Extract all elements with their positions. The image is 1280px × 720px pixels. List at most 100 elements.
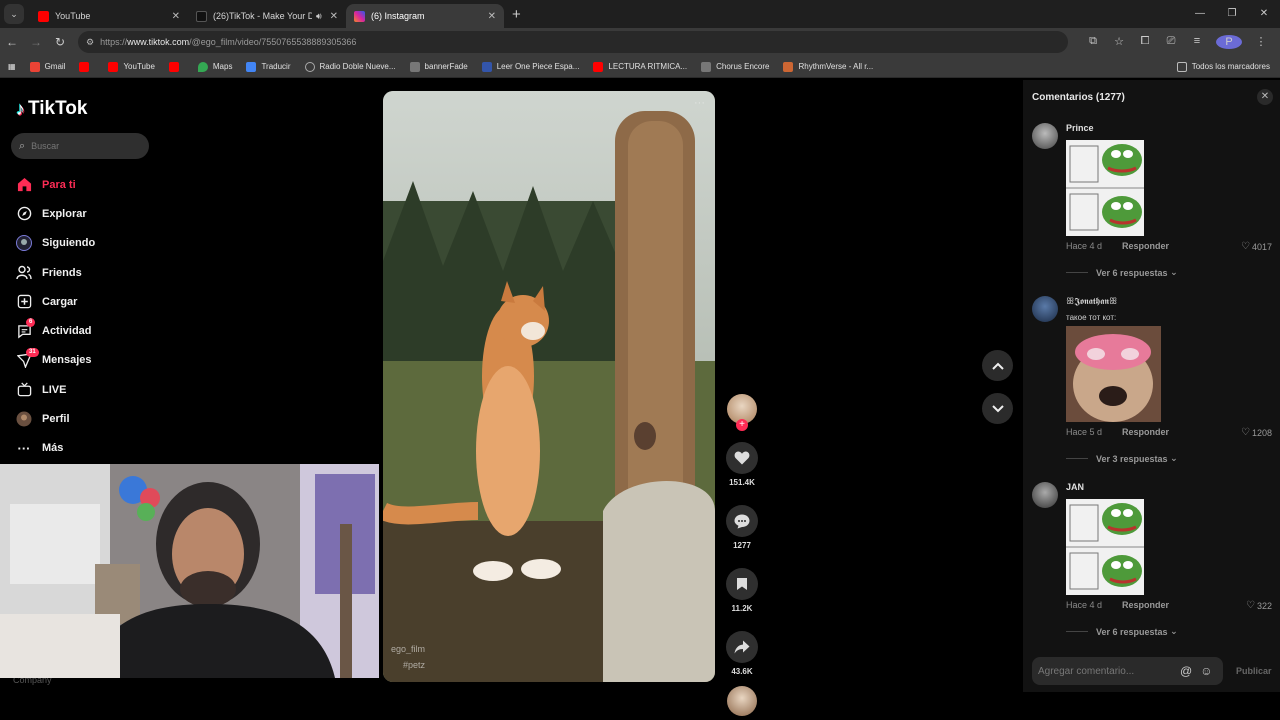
comment-input-box[interactable]: @ ☺ [1032,657,1223,685]
reply-button[interactable]: Responder [1122,600,1169,611]
tab-instagram[interactable]: (6) Instagram ✕ [346,4,504,28]
bookmark-youtube[interactable]: YouTube [108,61,155,72]
comment-like-button[interactable]: ♡ 4017 [1241,241,1272,252]
commenter-avatar[interactable] [1032,296,1058,322]
sidebar-item-perfil[interactable]: Perfil [16,404,95,433]
share-button[interactable] [726,631,758,663]
bookmark-one-piece[interactable]: Leer One Piece Espa... [481,61,579,72]
site-info-icon[interactable]: ⚙ [86,37,94,48]
tab-youtube[interactable]: YouTube ✕ [30,4,188,28]
bookmark-star-icon[interactable]: ☆ [1106,35,1132,49]
media-controls-icon[interactable]: ≡ [1184,35,1210,49]
sidebar-item-cargar[interactable]: Cargar [16,287,95,316]
tab-tiktok[interactable]: (26)TikTok - Make Your Day 🔊︎ ✕ [188,4,346,28]
close-window-icon[interactable]: ✕ [1248,0,1280,28]
close-tab-icon[interactable]: ✕ [330,11,338,22]
video-hashtag[interactable]: #petz [403,660,425,670]
mention-icon[interactable]: @ [1180,664,1192,678]
url-path: /@ego_film/video/7550765538889305366 [189,37,357,47]
reply-button[interactable]: Responder [1122,427,1169,438]
sidebar-item-actividad[interactable]: 6 Actividad [16,316,95,345]
bookmark-rhythmverse[interactable]: RhythmVerse - All r... [783,61,873,72]
bookmark-gmail[interactable]: Gmail [29,61,65,72]
bookmark-icon [701,61,712,72]
commenter-avatar[interactable] [1032,123,1058,149]
video-more-icon[interactable]: ··· [694,97,705,109]
tab-search-icon[interactable]: ⌄ [4,4,24,24]
video-actions: + 151.4K 1277 11.2K 43.6K [726,394,758,716]
emoji-icon[interactable]: ☺ [1200,664,1212,678]
extensions-icon[interactable]: ⧠ [1132,35,1158,49]
sidebar-item-mas[interactable]: ··· Más [16,434,95,463]
bookmark-bannerfade[interactable]: bannerFade [409,61,468,72]
comment-like-button[interactable]: ♡ 322 [1246,600,1272,611]
comment-time: Hace 5 d [1066,427,1103,437]
url-scheme: https:// [100,37,128,47]
music-disc-avatar[interactable] [727,686,757,716]
search-input[interactable] [31,141,132,151]
comment-button[interactable] [726,505,758,537]
close-tab-icon[interactable]: ✕ [488,11,496,22]
comment-sticker-image[interactable] [1066,499,1144,595]
comment-input[interactable] [1038,665,1178,677]
webcam-overlay [0,464,379,678]
divider-line [1066,458,1088,459]
video-player[interactable]: ··· ego_film #petz [383,91,715,682]
commenter-name[interactable]: ꕥ𝕵𝖔𝖓𝖆𝖙𝖍𝖆𝖓ꕥ [1066,296,1117,307]
comment-sticker-image[interactable] [1066,140,1144,236]
bookmark-youtube-shortcut-2[interactable] [168,61,184,72]
heart-icon [734,451,750,465]
forward-icon[interactable]: → [24,35,48,49]
author-avatar[interactable]: + [727,394,757,431]
save-button[interactable] [726,568,758,600]
sidebar-item-friends[interactable]: Friends [16,258,95,287]
view-replies-button[interactable]: Ver 3 respuestas ⌄ [1066,453,1178,464]
commenter-name[interactable]: JAN [1066,482,1084,492]
browser-menu-icon[interactable]: ⋮ [1248,35,1274,49]
search-bar[interactable]: ⌕ [11,133,149,159]
video-username[interactable]: ego_film [391,644,425,654]
sidebar-item-live[interactable]: LIVE [16,375,95,404]
bookmark-radio[interactable]: Radio Doble Nueve... [304,61,396,72]
reply-button[interactable]: Responder [1122,241,1169,252]
sidebar-item-para-ti[interactable]: Para ti [16,170,95,199]
bookmark-chorus[interactable]: Chorus Encore [701,61,769,72]
youtube-icon [79,61,90,72]
comment-like-button[interactable]: ♡ 1208 [1241,427,1272,438]
profile-avatar[interactable]: P [1216,35,1242,49]
commenter-name[interactable]: Prince [1066,123,1094,133]
follow-plus-icon[interactable]: + [736,419,748,431]
minimize-icon[interactable]: — [1184,0,1216,28]
heart-outline-icon: ♡ [1241,241,1250,252]
close-tab-icon[interactable]: ✕ [172,11,180,22]
like-button[interactable] [726,442,758,474]
bookmark-traducir[interactable]: Traducir [246,61,291,72]
previous-video-button[interactable] [982,350,1013,381]
sidebar-item-mensajes[interactable]: 31 Mensajes [16,346,95,375]
back-icon[interactable]: ← [0,35,24,49]
tiktok-logo[interactable]: ♪ TikTok [16,98,87,120]
apps-icon[interactable]: ▦ [8,62,16,71]
sidebar-item-explorar[interactable]: Explorar [16,199,95,228]
bookmark-lectura[interactable]: LECTURA RITMICA... [593,61,687,72]
all-bookmarks[interactable]: Todos los marcadores [1176,61,1270,72]
bookmark-youtube-shortcut[interactable] [79,61,94,72]
comment-reaction-image[interactable] [1066,326,1161,422]
close-comments-icon[interactable]: ✕ [1257,89,1273,105]
new-tab-button[interactable]: + [512,6,521,23]
sidebar-item-siguiendo[interactable]: Siguiendo [16,229,95,258]
bookmark-maps[interactable]: Maps [197,61,232,72]
cast-icon[interactable]: ⎚ [1158,35,1184,49]
reload-icon[interactable]: ↻ [48,35,72,49]
view-replies-button[interactable]: Ver 6 respuestas ⌄ [1066,626,1178,637]
restore-icon[interactable]: ❐ [1216,0,1248,28]
url-field[interactable]: ⚙ https://www.tiktok.com/@ego_film/video… [78,31,1068,53]
commenter-avatar[interactable] [1032,482,1058,508]
view-replies-button[interactable]: Ver 6 respuestas ⌄ [1066,267,1178,278]
live-icon [16,382,32,398]
speaker-icon[interactable]: 🔊︎ [316,11,322,22]
next-video-button[interactable] [982,393,1013,424]
post-comment-button[interactable]: Publicar [1236,666,1272,676]
youtube-icon [108,61,119,72]
install-app-icon[interactable]: ⧉ [1080,35,1106,49]
